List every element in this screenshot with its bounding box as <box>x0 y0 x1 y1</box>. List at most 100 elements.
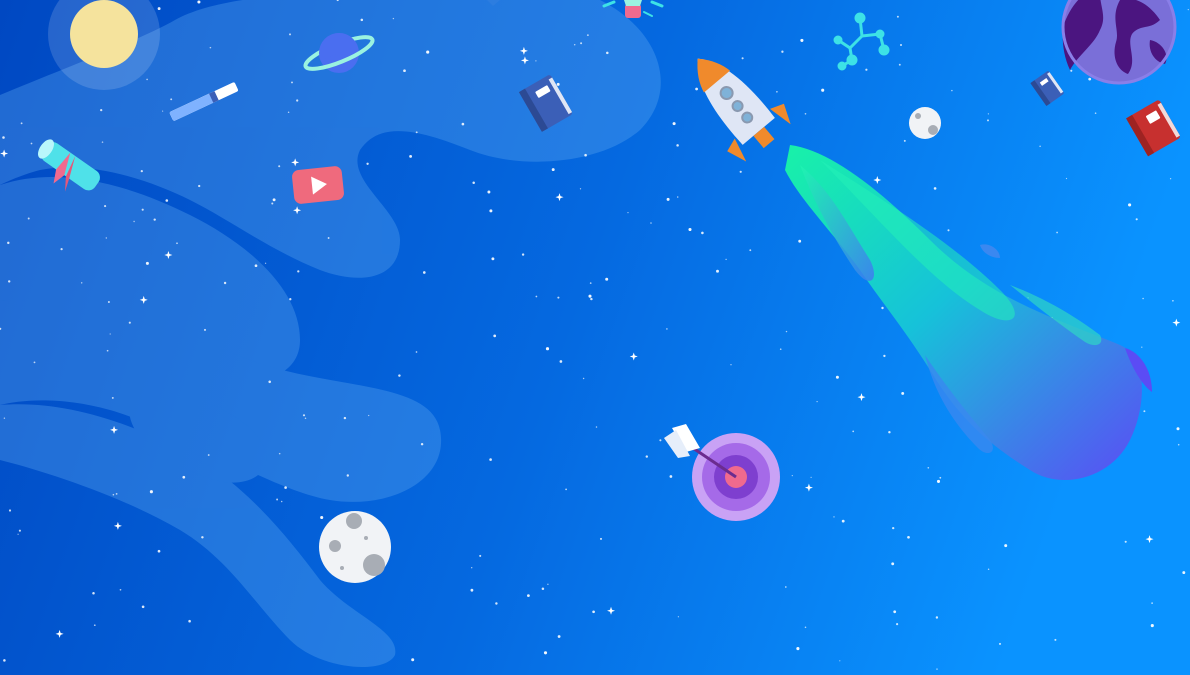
star <box>541 587 545 591</box>
star <box>606 51 609 55</box>
star <box>1187 8 1189 11</box>
star <box>198 184 201 188</box>
star <box>140 169 143 173</box>
star <box>688 227 692 232</box>
star <box>543 651 548 655</box>
star <box>346 474 349 477</box>
star <box>599 537 603 540</box>
star <box>182 475 186 479</box>
star <box>287 111 290 114</box>
star <box>1135 218 1138 221</box>
star <box>725 258 727 261</box>
star <box>403 69 406 73</box>
star <box>141 208 144 211</box>
star <box>573 44 576 46</box>
star <box>1128 203 1132 207</box>
star <box>781 50 784 53</box>
star <box>145 261 149 265</box>
star <box>157 7 161 11</box>
star <box>987 113 990 115</box>
star <box>93 624 96 627</box>
star <box>415 131 418 134</box>
star <box>779 348 782 351</box>
star <box>672 122 676 126</box>
star <box>1150 624 1154 628</box>
star <box>392 17 395 20</box>
star <box>495 602 498 605</box>
star <box>1151 602 1153 604</box>
star <box>289 298 292 301</box>
star <box>987 119 989 122</box>
star <box>901 391 905 395</box>
star <box>557 296 560 299</box>
star <box>398 374 401 377</box>
star <box>852 430 855 433</box>
star <box>785 330 788 333</box>
star <box>128 321 131 324</box>
star <box>739 170 742 173</box>
star <box>645 455 648 458</box>
star <box>461 122 465 126</box>
star <box>1169 178 1172 180</box>
star <box>291 81 293 84</box>
star <box>588 294 592 298</box>
star <box>1141 346 1143 348</box>
star <box>584 153 587 157</box>
space-illustration <box>0 0 1190 675</box>
star <box>586 34 589 37</box>
star <box>903 139 906 142</box>
star <box>280 500 283 503</box>
star <box>666 197 670 201</box>
star <box>487 190 491 194</box>
star <box>605 277 609 281</box>
star <box>415 351 418 353</box>
star <box>176 242 178 245</box>
star <box>784 586 787 588</box>
star <box>939 476 942 479</box>
star <box>580 42 583 45</box>
star <box>92 591 95 595</box>
star <box>579 188 582 190</box>
star <box>426 50 430 54</box>
star <box>1039 145 1041 148</box>
star <box>695 87 698 91</box>
star <box>589 282 592 284</box>
star <box>30 142 33 145</box>
star <box>896 15 899 18</box>
star <box>360 18 364 22</box>
star <box>677 616 680 618</box>
play-button-icon <box>292 166 344 204</box>
star <box>3 417 6 419</box>
star <box>666 328 668 330</box>
star <box>115 493 118 495</box>
moon-icon <box>319 511 391 583</box>
star <box>188 619 191 623</box>
star <box>3 659 6 662</box>
star <box>268 380 271 384</box>
star <box>816 400 818 403</box>
star <box>821 88 825 92</box>
star <box>254 264 258 268</box>
star <box>1056 231 1058 234</box>
star <box>936 479 941 483</box>
star <box>278 452 281 455</box>
star <box>892 526 895 530</box>
star <box>80 282 83 284</box>
star <box>951 89 953 92</box>
star <box>18 529 21 532</box>
star <box>201 536 204 539</box>
star <box>791 474 793 477</box>
star <box>987 568 990 570</box>
star <box>207 454 210 456</box>
small-moon-icon <box>909 107 941 139</box>
star <box>112 493 115 496</box>
star <box>297 270 300 273</box>
star <box>105 237 107 239</box>
star <box>284 486 287 489</box>
star <box>839 660 841 662</box>
star <box>796 647 800 651</box>
star <box>1004 544 1008 548</box>
star <box>1124 540 1127 543</box>
star <box>933 187 937 190</box>
star <box>133 220 135 223</box>
